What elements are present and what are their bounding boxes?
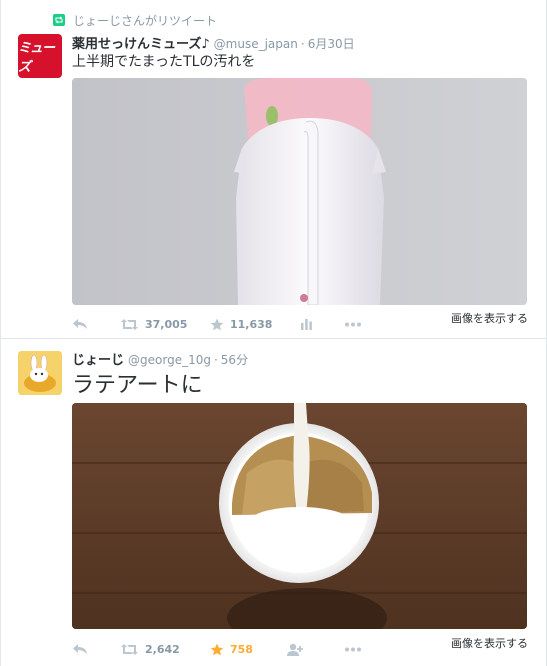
separator: · (213, 353, 218, 367)
show-media-link[interactable]: 画像を表示する (451, 635, 528, 651)
retweet-count: 37,005 (145, 317, 188, 331)
tweet-text: 上半期でたまったTLの汚れを (72, 54, 256, 70)
favorite-count: 11,638 (230, 317, 273, 331)
reply-button[interactable] (72, 318, 120, 330)
favorite-icon (210, 318, 224, 330)
retweet-context-icon (53, 14, 65, 26)
tweet-george[interactable]: じょーじ @george_10g · 56分 ラテアートに 2,642 758 … (1, 338, 546, 666)
follow-button[interactable] (286, 643, 344, 656)
favorite-icon (210, 643, 224, 655)
separator: · (300, 37, 305, 51)
display-name[interactable]: 薬用せっけんミューズ♪ (72, 33, 210, 52)
reply-button[interactable] (72, 643, 120, 655)
favorite-button[interactable]: 11,638 (210, 318, 300, 331)
retweet-icon (121, 643, 138, 655)
retweet-context[interactable]: じょーじさんがリツイート (53, 11, 217, 29)
retweet-count: 2,642 (145, 642, 180, 656)
tweet-header: 薬用せっけんミューズ♪ @muse_japan · 6月30日 (72, 33, 355, 52)
retweet-context-text[interactable]: じょーじさんがリツイート (73, 12, 217, 29)
tweet-media-photo[interactable] (72, 78, 527, 305)
show-media-link[interactable]: 画像を表示する (451, 310, 528, 326)
retweet-button[interactable]: 2,642 (120, 643, 210, 656)
tweet-actions: 37,005 11,638 (72, 314, 384, 334)
retweet-icon (121, 318, 138, 330)
tweet-actions: 2,642 758 (72, 639, 384, 659)
more-icon (345, 647, 361, 651)
more-button[interactable] (344, 647, 384, 652)
reply-icon (73, 644, 87, 654)
retweet-button[interactable]: 37,005 (120, 318, 210, 331)
timestamp[interactable]: 6月30日 (308, 35, 355, 52)
timeline: じょーじさんがリツイート ミューズ 薬用せっけんミューズ♪ @muse_japa… (0, 0, 547, 666)
avatar[interactable]: ミューズ (18, 34, 62, 78)
more-button[interactable] (344, 322, 384, 327)
tweet-text: ラテアートに (72, 373, 203, 398)
tweet-muse[interactable]: じょーじさんがリツイート ミューズ 薬用せっけんミューズ♪ @muse_japa… (1, 0, 546, 338)
analytics-button[interactable] (300, 318, 344, 330)
follow-icon (287, 643, 303, 656)
timestamp[interactable]: 56分 (221, 351, 248, 368)
favorite-count: 758 (230, 642, 253, 656)
display-name[interactable]: じょーじ (72, 349, 124, 368)
more-icon (345, 322, 361, 326)
tweet-header: じょーじ @george_10g · 56分 (72, 349, 248, 368)
favorite-button[interactable]: 758 (210, 643, 286, 656)
username[interactable]: @george_10g (128, 353, 211, 367)
avatar-logo-text: ミューズ (18, 41, 55, 75)
tweet-media-photo[interactable] (72, 403, 527, 629)
avatar[interactable] (18, 351, 62, 395)
analytics-icon (301, 319, 312, 330)
reply-icon (73, 319, 87, 329)
username[interactable]: @muse_japan (214, 37, 298, 51)
